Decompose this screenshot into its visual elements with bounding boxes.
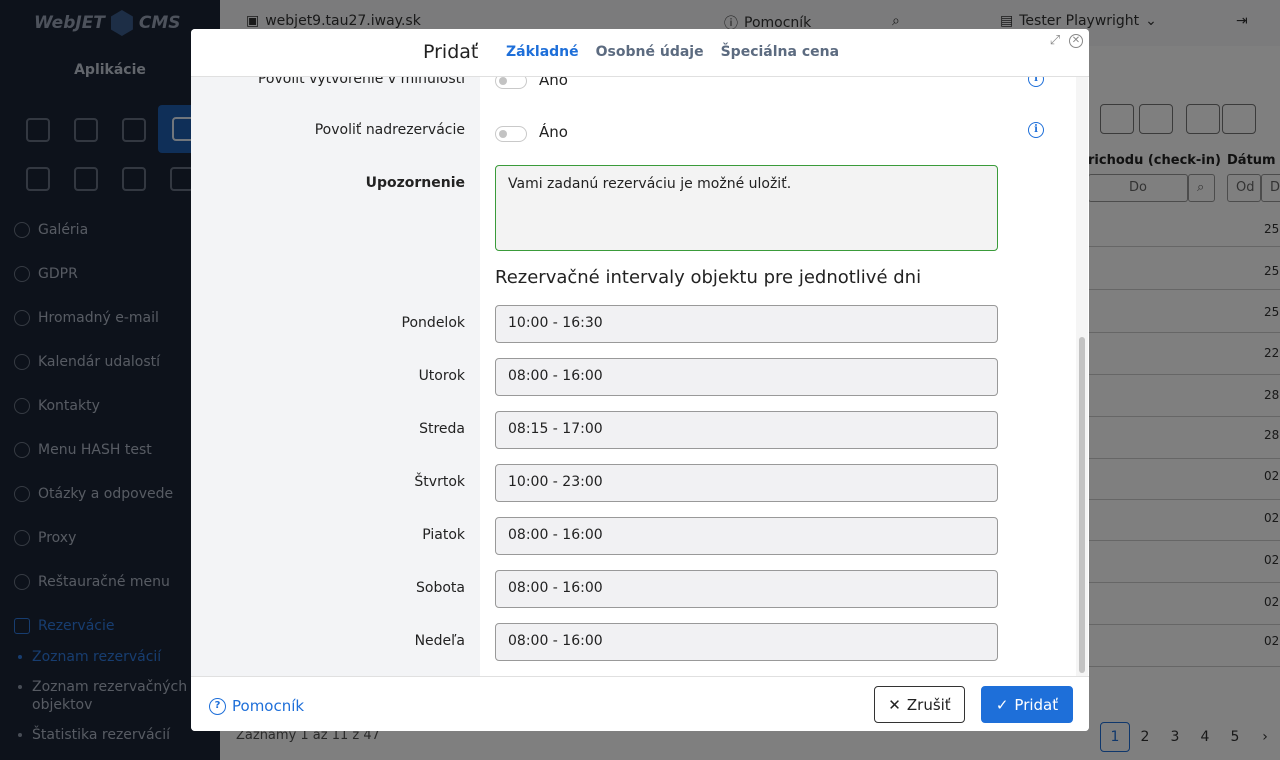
allow-past-label: Povoliť vytvorenie v minulosti <box>257 77 465 87</box>
maximize-icon[interactable]: ⤢ <box>1048 34 1062 48</box>
allow-past-toggle-label: Áno <box>539 77 568 89</box>
allow-overbooking-label: Povoliť nadrezervácie <box>314 122 465 138</box>
help-link[interactable]: ? Pomocník <box>209 697 304 715</box>
day-label-pondelok: Pondelok <box>401 315 465 331</box>
allow-overbooking-toggle[interactable] <box>495 126 527 142</box>
help-icon: ? <box>209 697 226 715</box>
interval-field-streda[interactable]: 08:15 - 17:00 <box>495 411 998 449</box>
modal-tabs: Základné Osobné údaje Špeciálna cena <box>506 44 839 60</box>
interval-field-utorok[interactable]: 08:00 - 16:00 <box>495 358 998 396</box>
section-title: Rezervačné intervaly objektu pre jednotl… <box>495 267 922 288</box>
info-icon[interactable]: i <box>1028 122 1044 138</box>
warning-label: Upozornenie <box>365 175 465 191</box>
close-icon: ✕ <box>888 695 901 714</box>
scroll-thumb[interactable] <box>1079 337 1085 673</box>
modal-footer: ? Pomocník ✕ Zrušiť ✓ Pridať <box>191 676 1089 731</box>
modal-body: Povoliť vytvorenie v minulosti Áno i Pov… <box>191 77 1089 676</box>
submit-button[interactable]: ✓ Pridať <box>981 686 1073 723</box>
tab-specialna-cena[interactable]: Špeciálna cena <box>721 44 839 60</box>
tab-osobne-udaje[interactable]: Osobné údaje <box>596 44 704 60</box>
interval-field-stvrtok[interactable]: 10:00 - 23:00 <box>495 464 998 502</box>
day-label-streda: Streda <box>419 421 465 437</box>
check-icon: ✓ <box>995 695 1009 714</box>
interval-field-nedela[interactable]: 08:00 - 16:00 <box>495 623 998 661</box>
interval-field-pondelok[interactable]: 10:00 - 16:30 <box>495 305 998 343</box>
day-label-stvrtok: Štvrtok <box>414 474 465 490</box>
interval-field-sobota[interactable]: 08:00 - 16:00 <box>495 570 998 608</box>
allow-overbooking-toggle-label: Áno <box>539 123 568 141</box>
modal-scrollbar[interactable] <box>1076 77 1088 676</box>
allow-past-toggle[interactable] <box>495 77 527 89</box>
close-icon[interactable]: ✕ <box>1069 34 1083 48</box>
warning-textarea[interactable]: Vami zadanú rezerváciu je možné uložiť. <box>495 165 998 251</box>
add-reservation-modal: Pridať Základné Osobné údaje Špeciálna c… <box>191 29 1089 731</box>
day-label-nedela: Nedeľa <box>414 633 465 649</box>
modal-title: Pridať <box>423 41 479 63</box>
day-label-sobota: Sobota <box>416 580 465 596</box>
day-label-piatok: Piatok <box>422 527 465 543</box>
tab-zakladne[interactable]: Základné <box>506 44 579 60</box>
modal-header: Pridať Základné Osobné údaje Špeciálna c… <box>191 29 1089 77</box>
info-icon[interactable]: i <box>1028 77 1044 87</box>
day-label-utorok: Utorok <box>418 368 465 384</box>
cancel-button[interactable]: ✕ Zrušiť <box>874 686 965 723</box>
interval-field-piatok[interactable]: 08:00 - 16:00 <box>495 517 998 555</box>
